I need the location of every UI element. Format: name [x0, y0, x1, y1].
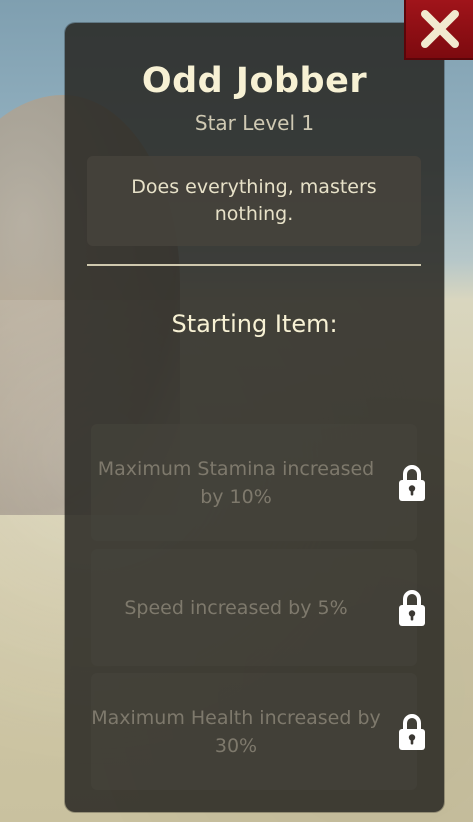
perk-text: Maximum Stamina increased by 10%	[97, 457, 375, 508]
lock-icon	[397, 588, 427, 628]
perk-card-speed: Speed increased by 5%	[91, 549, 425, 666]
perk-text: Maximum Health increased by 30%	[91, 706, 381, 757]
star-level-label: Star Level 1	[194, 111, 315, 135]
lock-icon	[397, 712, 427, 752]
perk-card-stamina: Maximum Stamina increased by 10%	[91, 424, 425, 541]
class-description-box: Does everything, masters nothing.	[87, 156, 421, 246]
class-description: Does everything, masters nothing.	[131, 176, 377, 225]
perk-card-health: Maximum Health increased by 30%	[91, 673, 425, 790]
game-scene: Odd Jobber Star Level 1 Does everything,…	[0, 0, 473, 822]
starting-item-label: Starting Item:	[171, 310, 338, 338]
class-title: Odd Jobber	[141, 61, 368, 101]
close-button[interactable]	[404, 0, 473, 60]
divider	[87, 264, 421, 266]
lock-icon	[397, 463, 427, 503]
class-info-panel: Odd Jobber Star Level 1 Does everything,…	[65, 23, 444, 812]
close-icon	[420, 10, 459, 48]
perk-text: Speed increased by 5%	[124, 596, 348, 619]
